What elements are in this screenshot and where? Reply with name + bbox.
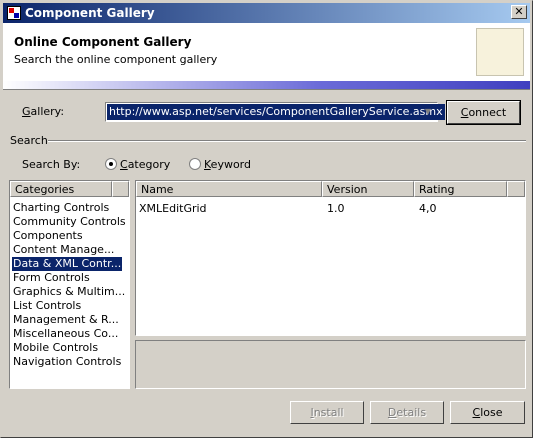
category-list-item[interactable]: Management & R... [12,313,120,327]
keyword-radio-label[interactable]: Keyword [204,158,251,171]
chevron-down-icon[interactable]: ▼ [420,104,436,120]
close-icon[interactable]: ✕ [511,5,527,19]
result-rating: 4,0 [419,202,437,215]
column-header-version[interactable]: Version [322,181,414,197]
keyword-radio[interactable] [189,158,201,170]
result-name: XMLEditGrid [139,202,207,215]
category-list-item[interactable]: Content Manage... [12,243,115,257]
category-list-item[interactable]: Navigation Controls [12,355,122,369]
header-subtitle: Search the online component gallery [14,53,218,66]
category-list-item[interactable]: Graphics & Multim... [12,285,126,299]
result-version: 1.0 [327,202,345,215]
header-title: Online Component Gallery [14,35,192,49]
gallery-url-value[interactable]: http://www.asp.net/services/ComponentGal… [107,104,445,120]
category-radio[interactable] [105,158,117,170]
category-list-item[interactable]: Miscellaneous Co... [12,327,119,341]
component-gallery-window: Component Gallery ✕ Online Component Gal… [0,0,533,438]
wizard-header: Online Component Gallery Search the onli… [3,23,530,81]
category-list-item[interactable]: Components [12,229,84,243]
window-title: Component Gallery [25,6,155,20]
categories-list[interactable]: Categories Charting Controls Community Co… [9,180,130,389]
category-list-item[interactable]: Form Controls [12,271,91,285]
details-button[interactable]: Details [370,401,444,424]
category-radio-label[interactable]: Category [120,158,170,171]
header-divider [3,89,530,90]
search-by-label: Search By: [22,158,81,171]
categories-header[interactable]: Categories [10,181,112,197]
description-panel [135,340,526,389]
results-list[interactable]: Name Version Rating XMLEditGrid 1.0 4,0 [135,180,526,336]
header-gradient-bar [3,81,530,89]
category-list-item[interactable]: Mobile Controls [12,341,99,355]
category-list-item[interactable]: Data & XML Contr... [12,257,123,271]
close-button[interactable]: Close [450,401,525,424]
category-list-item[interactable]: Community Controls [12,215,127,229]
search-group-divider [48,140,526,142]
title-bar[interactable]: Component Gallery ✕ [3,3,530,23]
column-header-rating[interactable]: Rating [414,181,507,197]
app-icon [7,6,21,20]
column-header-name[interactable]: Name [136,181,322,197]
gallery-label: Gallery: [22,105,65,118]
gallery-url-combobox[interactable]: http://www.asp.net/services/ComponentGal… [105,102,445,122]
category-list-item[interactable]: List Controls [12,299,82,313]
install-button[interactable]: Install [290,401,364,424]
categories-header-filler [112,181,129,197]
category-list-item[interactable]: Charting Controls [12,201,110,215]
search-group-label: Search [10,134,48,147]
radio-dot [109,162,113,166]
column-header-filler [507,181,525,197]
connect-button[interactable]: Connect [446,100,521,125]
header-image [476,28,524,76]
